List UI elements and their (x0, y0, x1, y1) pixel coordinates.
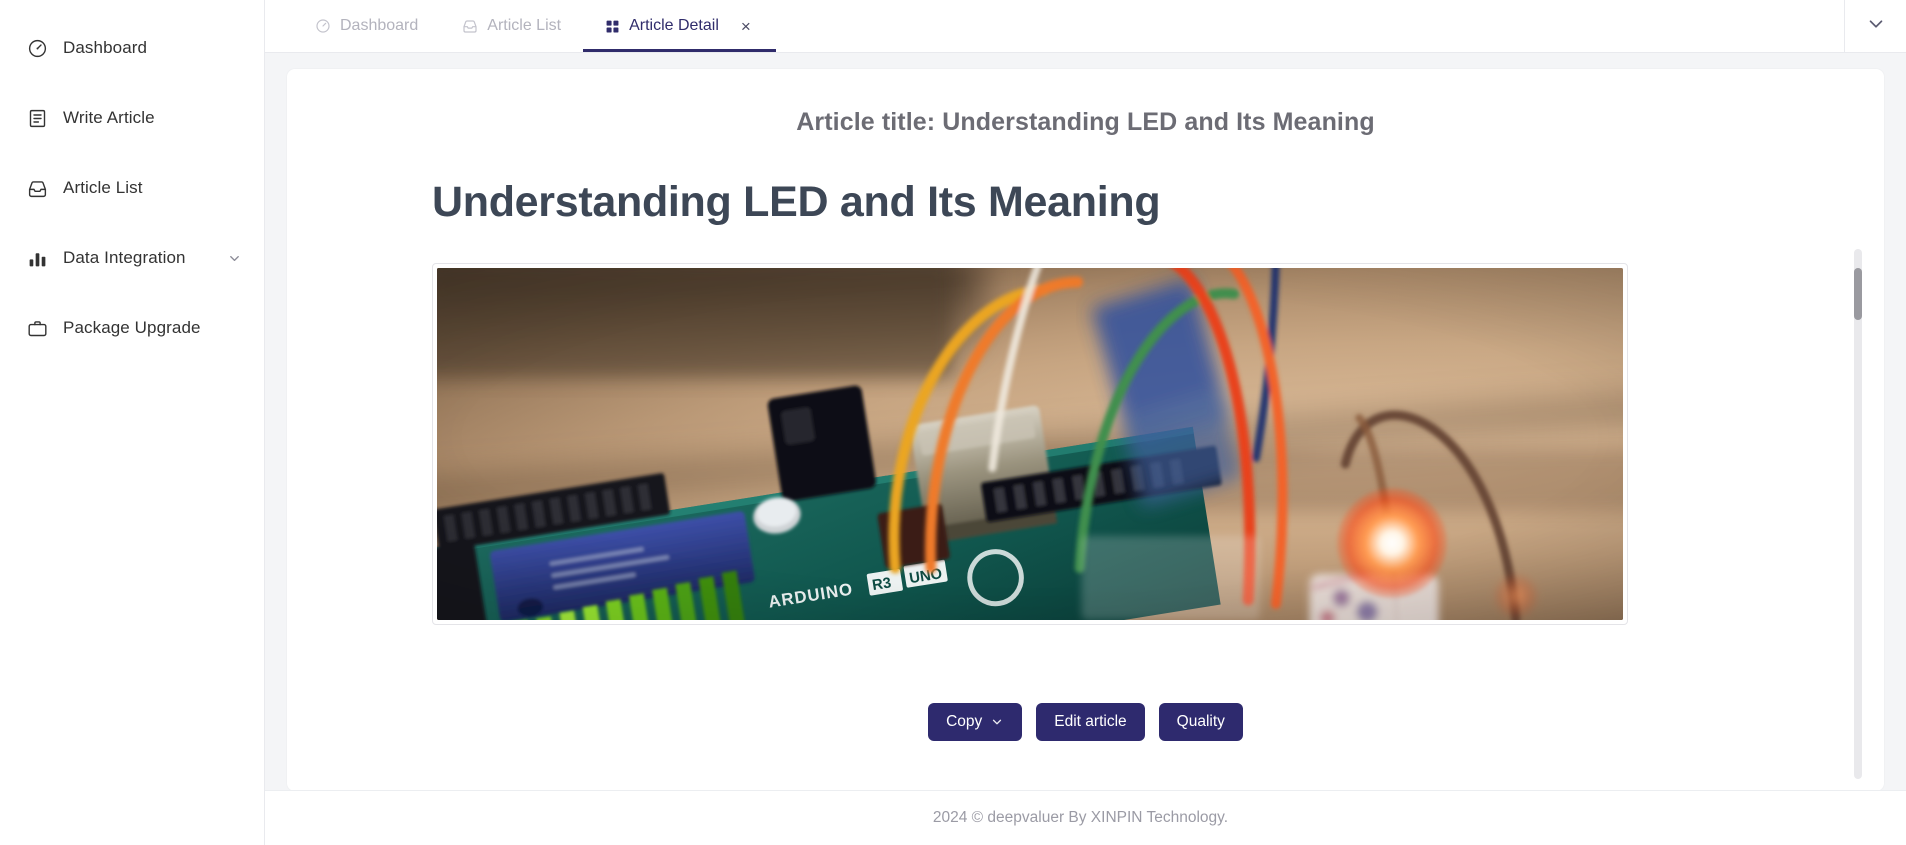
tab-label: Article Detail (629, 17, 719, 34)
sidebar-item-label: Write Article (63, 108, 155, 127)
sidebar-item-dashboard[interactable]: Dashboard (0, 24, 264, 72)
article-actions: Copy Edit article Quality (287, 703, 1884, 741)
grid-icon (605, 19, 620, 34)
copy-button-label: Copy (946, 713, 983, 731)
chevron-down-icon (990, 715, 1004, 729)
tab-bar: Dashboard Article List Article Detail × (265, 0, 1906, 53)
article-heading: Understanding LED and Its Meaning (432, 178, 1161, 226)
tab-dashboard[interactable]: Dashboard (293, 0, 440, 52)
article-detail-card: Article title: Understanding LED and Its… (287, 69, 1884, 790)
inbox-icon (462, 18, 478, 34)
footer: 2024 © deepvaluer By XINPIN Technology. (265, 790, 1906, 845)
tab-list: Dashboard Article List Article Detail × (265, 0, 1844, 52)
sidebar-item-label: Dashboard (63, 38, 148, 57)
article-scrollbar-track[interactable] (1854, 249, 1862, 779)
sidebar-item-package-upgrade[interactable]: Package Upgrade (0, 304, 264, 352)
sidebar-item-label: Data Integration (63, 248, 186, 267)
inbox-icon (26, 177, 48, 199)
content-area: Article title: Understanding LED and Its… (265, 53, 1906, 790)
main-pane: Dashboard Article List Article Detail × … (264, 0, 1906, 845)
document-icon (26, 107, 48, 129)
article-figure: ARDUINO R3 UNO (432, 263, 1628, 626)
chevron-down-icon[interactable] (227, 251, 242, 266)
tab-close-icon[interactable]: × (738, 16, 754, 37)
bar-chart-icon (26, 247, 48, 269)
photo-vignette (437, 268, 1623, 621)
tab-article-list[interactable]: Article List (440, 0, 583, 52)
briefcase-icon (26, 317, 48, 339)
article-scroll-region[interactable]: Understanding LED and Its Meaning (287, 166, 1884, 681)
article-document: Understanding LED and Its Meaning (287, 166, 1884, 626)
sidebar: Dashboard Write Article Article List Dat… (0, 0, 264, 845)
sidebar-item-article-list[interactable]: Article List (0, 164, 264, 212)
quality-button[interactable]: Quality (1158, 703, 1243, 741)
article-scrollbar-thumb[interactable] (1854, 268, 1862, 320)
gauge-icon (26, 37, 48, 59)
tab-label: Dashboard (340, 17, 419, 34)
tab-article-detail[interactable]: Article Detail × (583, 0, 776, 52)
tabbar-collapse-button[interactable] (1844, 0, 1906, 52)
arduino-led-photo: ARDUINO R3 UNO (437, 268, 1623, 621)
footer-text: 2024 © deepvaluer By XINPIN Technology. (932, 809, 1229, 826)
page-title: Article title: Understanding LED and Its… (796, 108, 1375, 136)
quality-button-label: Quality (1176, 713, 1225, 731)
sidebar-item-data-integration[interactable]: Data Integration (0, 234, 264, 282)
copy-button[interactable]: Copy (928, 703, 1023, 741)
chevron-down-icon (1865, 13, 1887, 40)
gauge-icon (315, 18, 331, 34)
tab-label: Article List (487, 17, 562, 34)
sidebar-item-write-article[interactable]: Write Article (0, 94, 264, 142)
sidebar-item-label: Article List (63, 178, 143, 197)
edit-article-button-label: Edit article (1054, 713, 1127, 731)
edit-article-button[interactable]: Edit article (1036, 703, 1145, 741)
sidebar-item-label: Package Upgrade (63, 318, 201, 337)
app-root: Dashboard Write Article Article List Dat… (0, 0, 1906, 845)
